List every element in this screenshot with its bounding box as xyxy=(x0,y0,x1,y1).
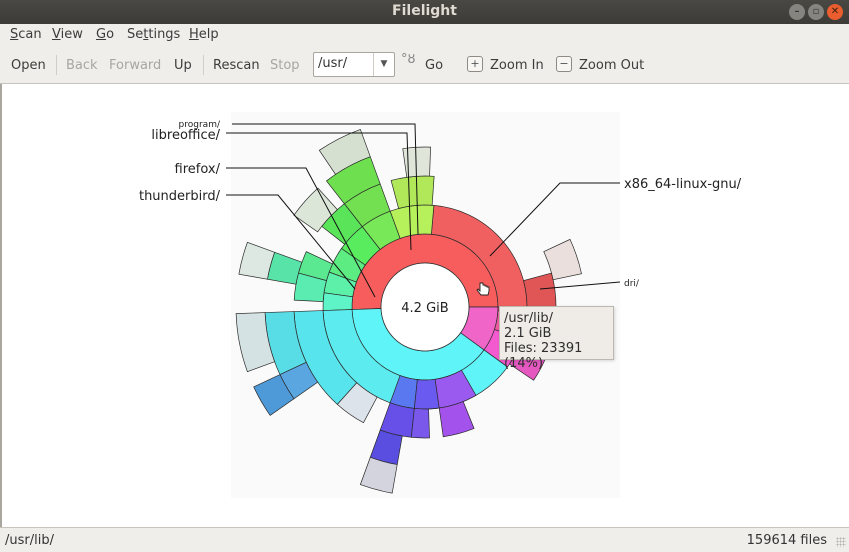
menu-help[interactable]: Help xyxy=(189,27,219,42)
status-path: /usr/lib/ xyxy=(5,533,54,548)
menu-scan[interactable]: Scan xyxy=(10,27,42,42)
menu-scan-label: can xyxy=(18,27,42,42)
menu-view[interactable]: View xyxy=(52,27,83,42)
zoom-in-button[interactable]: Zoom In xyxy=(490,58,544,73)
segment-lo-program[interactable] xyxy=(390,175,435,209)
tooltip-files: Files: 23391 (14%) xyxy=(504,341,583,371)
label-libreoffice: libreoffice/ xyxy=(151,128,220,143)
toolbar-separator xyxy=(56,55,57,75)
rescan-button[interactable]: Rescan xyxy=(213,58,260,73)
center-size-label: 4.2 GiB xyxy=(401,301,448,316)
label-x86_64-linux-gnu: x86_64-linux-gnu/ xyxy=(624,177,742,192)
menu-settings[interactable]: Settings xyxy=(127,27,180,42)
menu-settings-label: tings xyxy=(148,27,181,42)
tooltip-size: 2.1 GiB xyxy=(504,326,552,341)
back-button[interactable]: Back xyxy=(66,58,98,73)
window-title: Filelight xyxy=(392,3,457,19)
go-icon: °ȣ xyxy=(401,52,416,67)
up-button[interactable]: Up xyxy=(174,58,192,73)
menu-go-mnemonic: G xyxy=(96,27,107,42)
status-bar: /usr/lib/ 159614 files xyxy=(0,527,849,552)
zoom-out-icon: − xyxy=(556,56,572,72)
location-combobox[interactable]: /usr/ ▼ xyxy=(313,52,395,77)
menu-go-label: o xyxy=(106,27,115,42)
radial-map-chart[interactable]: 4.2 GiB program/ libreoffice/ firefox/ t… xyxy=(0,84,849,527)
close-button[interactable]: ✕ xyxy=(827,4,843,20)
tooltip: /usr/lib/ 2.1 GiB Files: 23391 (14%) xyxy=(499,306,614,371)
menu-go[interactable]: Go xyxy=(96,27,114,42)
status-file-count: 159614 files xyxy=(746,533,827,548)
tooltip-path: /usr/lib/ xyxy=(504,311,553,326)
chevron-down-icon[interactable]: ▼ xyxy=(373,53,394,76)
resize-grip[interactable] xyxy=(836,537,846,547)
menu-settings-pre: Se xyxy=(127,27,144,42)
forward-button[interactable]: Forward xyxy=(109,58,161,73)
title-bar: Filelight – ▫ ✕ xyxy=(0,0,849,24)
toolbar: Open Back Forward Up Rescan Stop /usr/ ▼… xyxy=(0,46,849,84)
zoom-out-button[interactable]: Zoom Out xyxy=(579,58,644,73)
label-firefox: firefox/ xyxy=(175,162,221,177)
menu-view-mnemonic: V xyxy=(52,27,61,42)
minimize-button[interactable]: – xyxy=(789,4,805,20)
open-button[interactable]: Open xyxy=(11,58,46,73)
location-value[interactable]: /usr/ xyxy=(318,56,347,71)
menu-bar: Scan View Go Settings Help xyxy=(0,24,849,46)
menu-help-label: elp xyxy=(198,27,219,42)
maximize-button[interactable]: ▫ xyxy=(808,4,824,20)
go-button[interactable]: Go xyxy=(425,58,443,73)
label-dri: dri/ xyxy=(624,279,640,289)
menu-help-mnemonic: H xyxy=(189,27,199,42)
menu-view-label: iew xyxy=(60,27,83,42)
toolbar-separator xyxy=(203,55,204,75)
label-thunderbird: thunderbird/ xyxy=(139,189,221,204)
zoom-in-icon: + xyxy=(467,56,483,72)
stop-button[interactable]: Stop xyxy=(270,58,300,73)
segment-v1c[interactable] xyxy=(410,408,430,439)
